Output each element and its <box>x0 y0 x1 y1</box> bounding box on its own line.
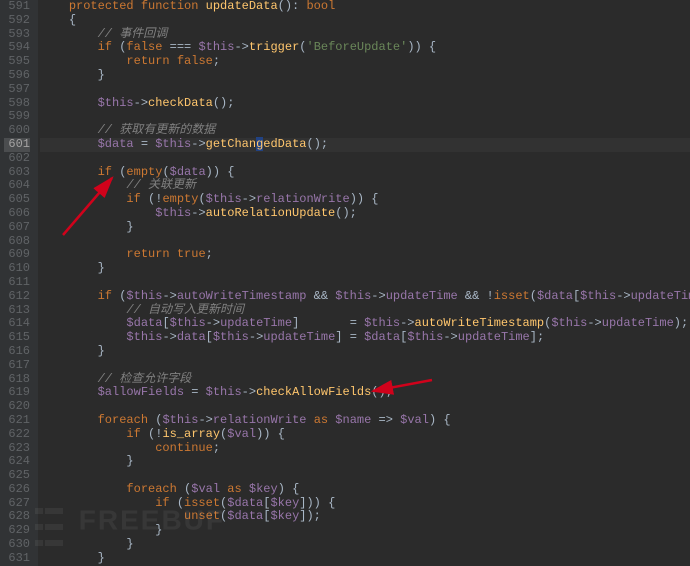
line-number: 605 <box>4 193 30 207</box>
line-number: 609 <box>4 248 30 262</box>
code-line[interactable] <box>40 83 690 97</box>
line-number: 597 <box>4 83 30 97</box>
code-line[interactable]: foreach ($this->relationWrite as $name =… <box>40 414 690 428</box>
line-number: 618 <box>4 373 30 387</box>
code-line[interactable]: foreach ($val as $key) { <box>40 483 690 497</box>
line-number: 630 <box>4 538 30 552</box>
line-number: 601 <box>4 138 30 152</box>
line-number-gutter: 5915925935945955965975985996006016026036… <box>0 0 38 566</box>
code-line[interactable]: $data = $this->getChangedData(); <box>40 138 690 152</box>
code-line[interactable] <box>40 235 690 249</box>
line-number: 607 <box>4 221 30 235</box>
code-line[interactable]: unset($data[$key]); <box>40 510 690 524</box>
line-number: 604 <box>4 179 30 193</box>
code-line[interactable]: // 自动写入更新时间 <box>40 304 690 318</box>
line-number: 613 <box>4 304 30 318</box>
code-line[interactable]: } <box>40 69 690 83</box>
line-number: 619 <box>4 386 30 400</box>
code-line[interactable] <box>40 152 690 166</box>
line-number: 620 <box>4 400 30 414</box>
line-number: 627 <box>4 497 30 511</box>
code-line[interactable]: $this->autoRelationUpdate(); <box>40 207 690 221</box>
code-line[interactable]: if ($this->autoWriteTimestamp && $this->… <box>40 290 690 304</box>
line-number: 594 <box>4 41 30 55</box>
line-number: 616 <box>4 345 30 359</box>
line-number: 591 <box>4 0 30 14</box>
code-line[interactable]: return true; <box>40 248 690 262</box>
line-number: 623 <box>4 442 30 456</box>
line-number: 606 <box>4 207 30 221</box>
line-number: 625 <box>4 469 30 483</box>
code-line[interactable]: if (false === $this->trigger('BeforeUpda… <box>40 41 690 55</box>
code-line[interactable]: } <box>40 538 690 552</box>
line-number: 600 <box>4 124 30 138</box>
line-number: 622 <box>4 428 30 442</box>
code-line[interactable]: $this->checkData(); <box>40 97 690 111</box>
code-line[interactable]: $allowFields = $this->checkAllowFields()… <box>40 386 690 400</box>
code-line[interactable]: if (isset($data[$key])) { <box>40 497 690 511</box>
line-number: 612 <box>4 290 30 304</box>
code-line[interactable]: } <box>40 524 690 538</box>
line-number: 626 <box>4 483 30 497</box>
code-line[interactable]: $this->data[$this->updateTime] = $data[$… <box>40 331 690 345</box>
line-number: 624 <box>4 455 30 469</box>
code-line[interactable]: // 关联更新 <box>40 179 690 193</box>
code-line[interactable] <box>40 400 690 414</box>
line-number: 610 <box>4 262 30 276</box>
line-number: 602 <box>4 152 30 166</box>
code-line[interactable]: protected function updateData(): bool <box>40 0 690 14</box>
code-editor[interactable]: 5915925935945955965975985996006016026036… <box>0 0 690 566</box>
code-line[interactable]: { <box>40 14 690 28</box>
code-line[interactable] <box>40 469 690 483</box>
code-line[interactable]: } <box>40 455 690 469</box>
code-line[interactable]: } <box>40 262 690 276</box>
code-line[interactable] <box>40 359 690 373</box>
code-line[interactable]: } <box>40 221 690 235</box>
line-number: 615 <box>4 331 30 345</box>
code-line[interactable]: if (!is_array($val)) { <box>40 428 690 442</box>
line-number: 603 <box>4 166 30 180</box>
code-line[interactable]: } <box>40 345 690 359</box>
line-number: 595 <box>4 55 30 69</box>
code-line[interactable]: if (!empty($this->relationWrite)) { <box>40 193 690 207</box>
code-line[interactable]: } <box>40 552 690 566</box>
code-line[interactable]: continue; <box>40 442 690 456</box>
line-number: 617 <box>4 359 30 373</box>
line-number: 599 <box>4 110 30 124</box>
code-line[interactable] <box>40 276 690 290</box>
line-number: 596 <box>4 69 30 83</box>
line-number: 598 <box>4 97 30 111</box>
code-line[interactable]: // 检查允许字段 <box>40 373 690 387</box>
line-number: 629 <box>4 524 30 538</box>
code-line[interactable]: // 获取有更新的数据 <box>40 124 690 138</box>
line-number: 592 <box>4 14 30 28</box>
code-line[interactable]: return false; <box>40 55 690 69</box>
line-number: 608 <box>4 235 30 249</box>
code-area[interactable]: protected function updateData(): bool { … <box>38 0 690 566</box>
line-number: 631 <box>4 552 30 566</box>
line-number: 614 <box>4 317 30 331</box>
line-number: 611 <box>4 276 30 290</box>
line-number: 628 <box>4 510 30 524</box>
line-number: 593 <box>4 28 30 42</box>
code-line[interactable]: $data[$this->updateTime] = $this->autoWr… <box>40 317 690 331</box>
line-number: 621 <box>4 414 30 428</box>
code-line[interactable]: // 事件回调 <box>40 28 690 42</box>
